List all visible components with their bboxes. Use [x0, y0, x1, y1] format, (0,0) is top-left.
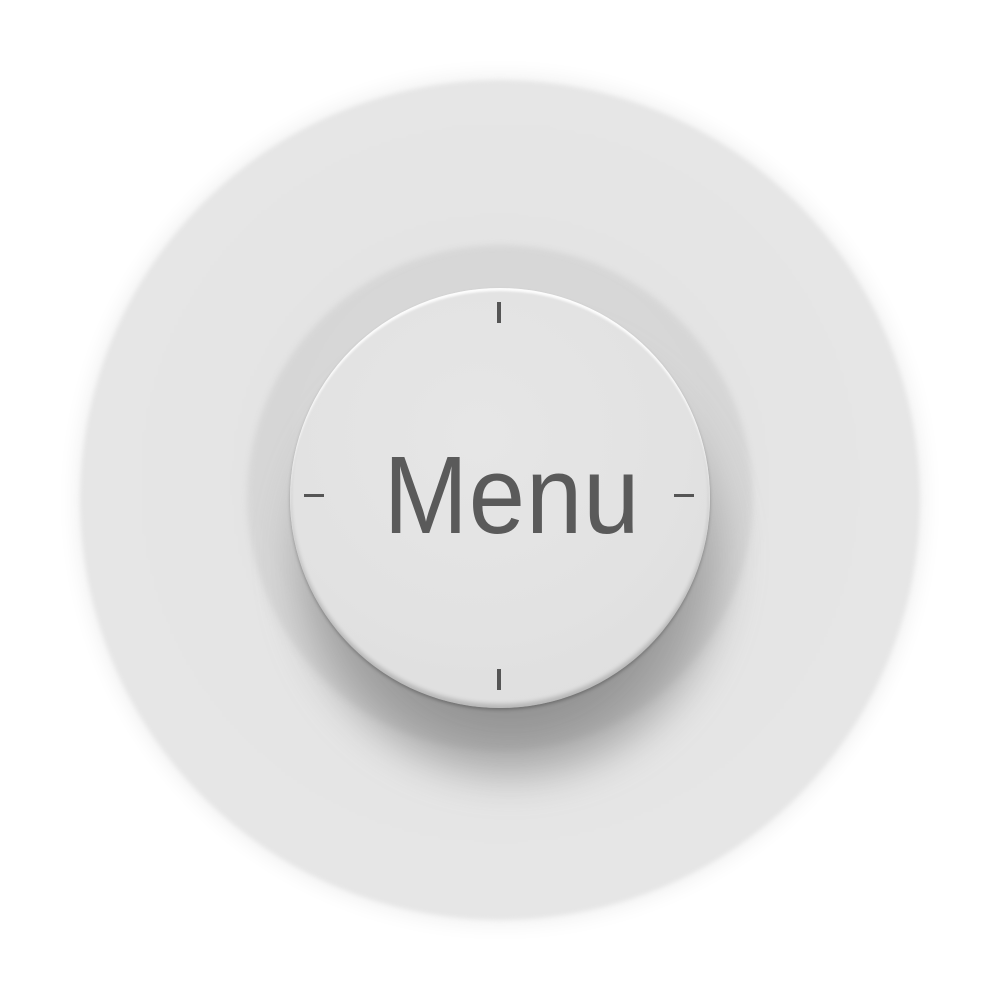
menu-dial-stage: Menu — [0, 0, 1000, 1000]
menu-knob-label: Menu — [383, 434, 641, 557]
tick-mark-top-icon — [497, 302, 501, 323]
menu-knob-button[interactable]: Menu — [290, 288, 710, 708]
tick-mark-bottom-icon — [497, 669, 501, 690]
